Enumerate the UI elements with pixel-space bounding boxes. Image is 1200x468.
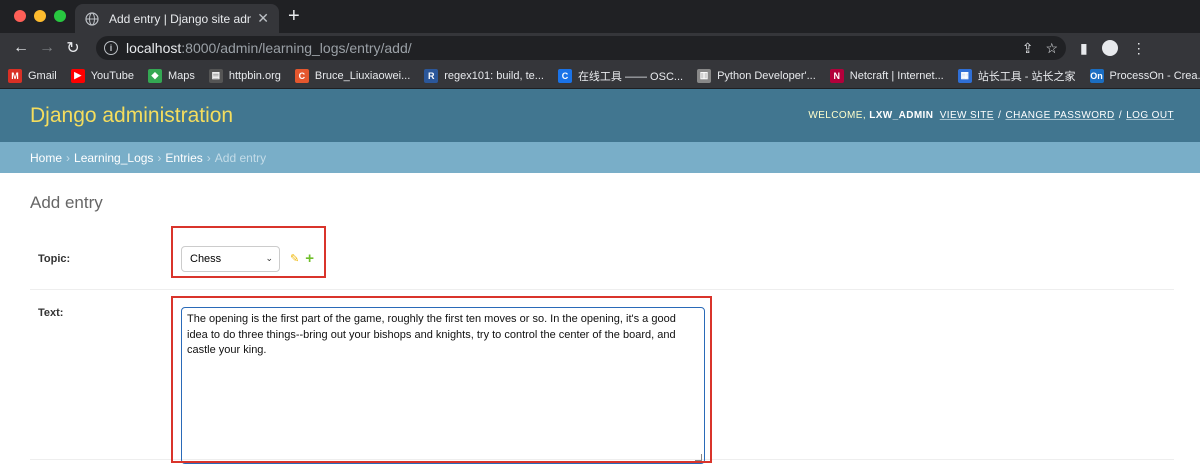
topic-highlight-box <box>171 226 326 278</box>
bookmark-label: Bruce_Liuxiaowei... <box>314 69 411 82</box>
bookmark-favicon-icon: ▥ <box>697 68 712 83</box>
bookmark-item[interactable]: C 在线工具 —— OSC... <box>557 68 684 84</box>
tab-close-icon[interactable]: ✕ <box>257 10 269 27</box>
bookmark-star-icon[interactable]: ☆ <box>1045 40 1058 57</box>
window-controls <box>14 10 66 22</box>
welcome-text: Welcome, <box>808 110 867 121</box>
change-password-link[interactable]: Change password <box>1005 110 1114 121</box>
user-tools: Welcome, lxw_admin View site / Change pa… <box>808 110 1174 121</box>
bookmarks-bar: M Gmail ▶ YouTube ◆ Maps ▤ httpbin.org C Bruce_Li… <box>0 63 1200 89</box>
bookmark-favicon-icon: C <box>557 68 572 83</box>
bookmark-label: Python Developer'... <box>717 69 816 82</box>
bookmark-favicon-icon: ▶ <box>70 68 85 83</box>
bookmark-favicon-icon: ◆ <box>147 68 162 83</box>
breadcrumb-home[interactable]: Home <box>30 151 62 165</box>
breadcrumb-app[interactable]: Learning_Logs <box>74 151 153 165</box>
bookmark-label: 在线工具 —— OSC... <box>577 70 684 83</box>
back-icon[interactable]: ← <box>8 35 34 61</box>
log-out-link[interactable]: Log out <box>1126 110 1174 121</box>
view-site-link[interactable]: View site <box>940 110 994 121</box>
maximize-window-button[interactable] <box>54 10 66 22</box>
bookmark-favicon-icon: N <box>829 68 844 83</box>
menu-icon[interactable]: ⋮ <box>1132 40 1146 57</box>
sidebar-toggle-icon[interactable]: ▮ <box>1080 40 1088 57</box>
page-title: Add entry <box>30 193 103 212</box>
new-tab-button[interactable]: + <box>288 5 300 27</box>
reload-icon[interactable]: ↻ <box>60 35 86 61</box>
main-content: Add entry Topic: Chess ⌄ ✎ + Text: The o… <box>0 173 1200 464</box>
active-tab[interactable]: Add entry | Django site admin ✕ <box>75 4 279 33</box>
bookmark-item[interactable]: ◆ Maps <box>147 68 195 83</box>
bookmark-item[interactable]: N Netcraft | Internet... <box>829 68 944 83</box>
bookmark-label: Maps <box>167 69 195 82</box>
bookmark-item[interactable]: M Gmail <box>8 68 57 83</box>
breadcrumb-current: Add entry <box>214 150 267 165</box>
bookmark-item[interactable]: ▦ 站长工具 - 站长之家 <box>957 68 1076 84</box>
close-window-button[interactable] <box>14 10 26 22</box>
address-bar[interactable]: i localhost:8000/admin/learning_logs/ent… <box>96 36 1066 60</box>
site-brand[interactable]: Django administration <box>30 104 233 128</box>
breadcrumb-model[interactable]: Entries <box>165 151 202 165</box>
text-highlight-box <box>171 296 712 463</box>
bookmark-favicon-icon: R <box>424 68 439 83</box>
breadcrumb: Home › Learning_Logs › Entries › Add ent… <box>0 142 1200 173</box>
forward-icon[interactable]: → <box>34 35 60 61</box>
bookmark-label: 站长工具 - 站长之家 <box>977 70 1076 83</box>
admin-header: Django administration Welcome, lxw_admin… <box>0 89 1200 142</box>
site-info-icon[interactable]: i <box>104 41 118 55</box>
minimize-window-button[interactable] <box>34 10 46 22</box>
globe-icon <box>85 11 99 26</box>
topic-row: Topic: Chess ⌄ ✎ + <box>30 226 1174 290</box>
bookmark-item[interactable]: Rregex101: build, te... <box>424 68 544 83</box>
bookmark-favicon-icon: M <box>8 68 22 83</box>
bookmark-item[interactable]: ▤ httpbin.org <box>208 68 281 83</box>
url-text[interactable]: localhost:8000/admin/learning_logs/entry… <box>126 40 1022 56</box>
profile-icon[interactable] <box>1101 40 1118 56</box>
bookmark-favicon-icon: ▤ <box>208 68 223 83</box>
bookmark-label: Gmail <box>28 69 57 82</box>
username: lxw_admin <box>869 110 934 121</box>
bookmark-item[interactable]: ▥ Python Developer'... <box>697 68 816 83</box>
share-icon[interactable]: ⇪ <box>1022 40 1034 57</box>
bookmark-label: httpbin.org <box>228 69 281 82</box>
text-row: Text: The opening is the first part of t… <box>30 290 1174 464</box>
bookmark-favicon-icon: ▦ <box>957 68 972 83</box>
text-label: Text: <box>38 307 64 319</box>
bookmark-favicon-icon: C <box>294 68 309 83</box>
bookmark-item[interactable]: On ProcessOn - Crea... <box>1089 68 1200 83</box>
tab-title: Add entry | Django site admin <box>109 11 252 26</box>
bookmark-label: Netcraft | Internet... <box>849 69 944 82</box>
topic-label: Topic: <box>38 252 71 265</box>
browser-tab-strip: Add entry | Django site admin ✕ + <box>0 0 1200 33</box>
bookmark-favicon-icon: On <box>1089 68 1104 83</box>
bookmark-label: regex101: build, te... <box>444 69 544 82</box>
browser-toolbar: ← → ↻ i localhost:8000/admin/learning_lo… <box>0 33 1200 63</box>
bookmark-label: YouTube <box>90 69 134 82</box>
bookmark-label: ProcessOn - Crea... <box>1109 69 1200 82</box>
bookmark-item[interactable]: ▶ YouTube <box>70 68 134 83</box>
bookmark-item[interactable]: C Bruce_Liuxiaowei... <box>294 68 411 83</box>
